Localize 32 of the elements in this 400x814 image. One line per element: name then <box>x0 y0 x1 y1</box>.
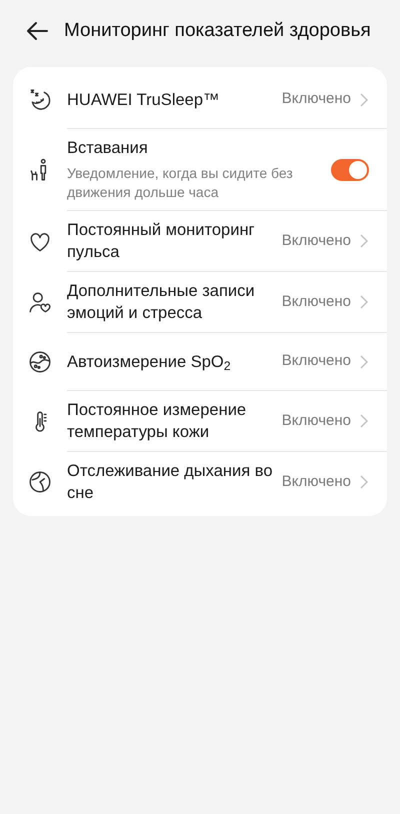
setting-title: Постоянное измерение температуры кожи <box>67 400 248 443</box>
toggle-switch[interactable] <box>331 158 369 180</box>
status-text: Включено <box>282 351 351 372</box>
setting-title: Отслеживание дыхания во сне <box>67 461 274 504</box>
page-title: Мониторинг показателей здоровья <box>64 18 371 43</box>
setting-title: HUAWEI TruSleep™ <box>67 90 221 110</box>
chevron-icon <box>359 354 369 370</box>
person-heart-icon <box>27 290 53 316</box>
back-arrow-icon <box>25 21 49 41</box>
chevron-icon <box>359 233 369 249</box>
settings-row[interactable]: Вставания Уведомление, когда вы сидите без движения дольше часа <box>13 129 387 211</box>
blood-cells-icon <box>27 349 53 375</box>
settings-row[interactable]: Автоизмерение SpO$_{2}$ Включено <box>13 333 387 391</box>
status-text: Включено <box>282 410 351 431</box>
setting-title: Постоянный мониторинг пульса <box>67 220 256 263</box>
status-text: Включено <box>282 230 351 251</box>
status-text: Включено <box>282 472 351 492</box>
breathing-icon <box>27 469 53 495</box>
chevron-icon <box>359 92 369 108</box>
settings-row[interactable]: Постоянное измерение температуры кожи Включено <box>13 391 387 452</box>
chevron-icon <box>359 413 369 429</box>
chevron-icon <box>359 294 369 310</box>
settings-row[interactable]: Дополнительные записи эмоций и стресса Включено <box>13 272 387 333</box>
chevron-icon <box>359 474 369 490</box>
status-text: Включено <box>282 292 351 312</box>
setting-title: Автоизмерение SpO$_{2}$ <box>67 352 232 372</box>
settings-row[interactable]: Постоянный мониторинг пульса Включено <box>13 211 387 272</box>
setting-title: Дополнительные записи эмоций и стресса <box>67 281 256 324</box>
setting-description: Уведомление, когда вы сидите без движения дольше часа <box>67 164 294 202</box>
setting-title: Вставания <box>67 138 149 159</box>
settings-row[interactable]: HUAWEI TruSleep™ Включено <box>13 71 387 129</box>
status-text: Включено <box>282 89 351 110</box>
